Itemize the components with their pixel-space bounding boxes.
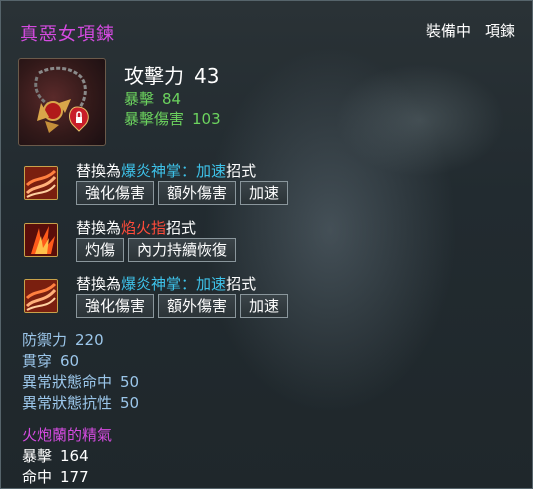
crit-damage-value: 103 — [192, 110, 221, 128]
crit-stat: 暴擊 84 — [124, 88, 181, 109]
skill-tag: 強化傷害 — [76, 181, 155, 205]
skill-3-suffix: 招式 — [226, 275, 257, 293]
crit-value: 84 — [162, 90, 182, 108]
item-tooltip: 真惡女項鍊 裝備中 項鍊 攻擊力 43 暴擊 84 暴擊傷害 103 替換為爆炎… — [0, 0, 533, 489]
status-resist-label: 異常狀態抗性 — [22, 394, 113, 412]
essence-crit-label: 暴擊 — [22, 447, 53, 465]
necklace-icon — [18, 58, 106, 146]
flame-finger-skill-icon — [24, 223, 58, 257]
skill-3-variant: 加速 — [196, 275, 227, 293]
skill-1-sep: ： — [181, 162, 197, 180]
essence-title: 火炮蘭的精氣 — [22, 426, 113, 444]
skill-tag: 加速 — [240, 294, 289, 318]
skill-2-tags: 灼傷 內力持續恢復 — [76, 238, 237, 262]
skill-tag: 加速 — [240, 181, 289, 205]
essence-accuracy-stat: 命中 177 — [22, 466, 89, 487]
status-hit-label: 異常狀態命中 — [22, 373, 113, 391]
skill-3-name: 爆炎神掌 — [121, 275, 182, 293]
skill-2-suffix: 招式 — [166, 219, 197, 237]
equipped-label: 裝備中 — [425, 22, 471, 40]
flame-palm-skill-icon — [24, 166, 58, 200]
essence-crit-stat: 暴擊 164 — [22, 445, 89, 466]
pierce-label: 貫穿 — [22, 352, 53, 370]
attack-value: 43 — [194, 64, 220, 88]
skill-tag: 額外傷害 — [158, 181, 237, 205]
item-name: 真惡女項鍊 — [20, 24, 115, 45]
skill-tag: 強化傷害 — [76, 294, 155, 318]
crit-damage-stat: 暴擊傷害 103 — [124, 108, 221, 129]
defense-stat: 防禦力 220 — [22, 329, 104, 350]
flame-palm-skill-icon — [24, 279, 58, 313]
skill-1-text: 替換為爆炎神掌：加速招式 — [76, 160, 256, 181]
essence-accuracy-label: 命中 — [22, 468, 53, 486]
equip-status: 裝備中 項鍊 — [426, 20, 515, 41]
skill-tag: 灼傷 — [76, 238, 125, 262]
crit-label: 暴擊 — [124, 90, 155, 108]
skill-1-variant: 加速 — [196, 162, 227, 180]
skill-3-prefix: 替換為 — [76, 275, 122, 293]
status-resist-stat: 異常狀態抗性 50 — [22, 392, 139, 413]
skill-1-suffix: 招式 — [226, 162, 257, 180]
attack-stat: 攻擊力 43 — [124, 60, 219, 89]
defense-value: 220 — [75, 331, 104, 349]
skill-tag: 額外傷害 — [158, 294, 237, 318]
skill-2-text: 替換為焰火指招式 — [76, 217, 196, 238]
status-hit-value: 50 — [120, 373, 140, 391]
slot-label: 項鍊 — [484, 22, 515, 40]
essence-accuracy-value: 177 — [60, 468, 89, 486]
skill-3-sep: ： — [181, 275, 197, 293]
skill-1-tags: 強化傷害 額外傷害 加速 — [76, 181, 289, 205]
defense-label: 防禦力 — [22, 331, 68, 349]
skill-2-prefix: 替換為 — [76, 219, 122, 237]
attack-label: 攻擊力 — [124, 64, 184, 88]
skill-1-prefix: 替換為 — [76, 162, 122, 180]
pierce-stat: 貫穿 60 — [22, 350, 79, 371]
skill-3-tags: 強化傷害 額外傷害 加速 — [76, 294, 289, 318]
pierce-value: 60 — [60, 352, 80, 370]
skill-1-name: 爆炎神掌 — [121, 162, 182, 180]
status-resist-value: 50 — [120, 394, 140, 412]
skill-2-name: 焰火指 — [121, 219, 167, 237]
crit-damage-label: 暴擊傷害 — [124, 110, 185, 128]
status-hit-stat: 異常狀態命中 50 — [22, 371, 139, 392]
skill-tag: 內力持續恢復 — [128, 238, 237, 262]
skill-3-text: 替換為爆炎神掌：加速招式 — [76, 273, 256, 294]
essence-crit-value: 164 — [60, 447, 89, 465]
